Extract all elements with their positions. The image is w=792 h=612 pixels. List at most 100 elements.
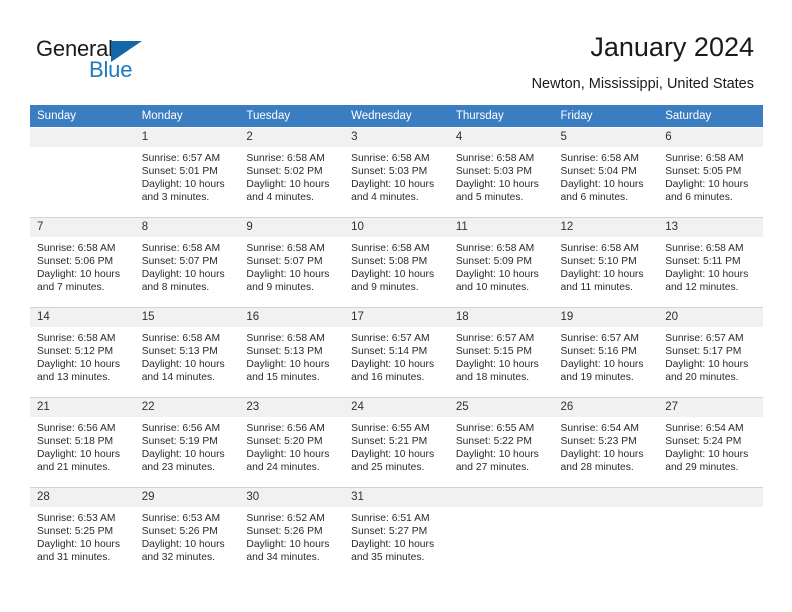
calendar-day-cell[interactable]: 2 Sunrise: 6:58 AM Sunset: 5:02 PM Daylight… [239, 127, 345, 218]
sunrise-time: Sunrise: 6:54 AM [560, 423, 639, 434]
general-blue-logo: General Blue [36, 36, 176, 84]
calendar-week-row: 21 Sunrise: 6:56 AM Sunset: 5:18 PM Dayligh… [30, 397, 763, 488]
daylight-duration-line1: Daylight: 10 hours [246, 449, 330, 461]
day-sun-info: Sunrise: 6:57 AM Sunset: 5:17 PM Daylight:… [658, 327, 763, 384]
sunset-time: Sunset: 5:07 PM [246, 256, 323, 268]
day-sun-info: Sunrise: 6:56 AM Sunset: 5:18 PM Daylight:… [30, 417, 135, 474]
daylight-duration-line2: and 13 minutes. [37, 372, 111, 384]
sunset-time: Sunset: 5:19 PM [141, 436, 218, 448]
calendar-day-cell[interactable]: 29 Sunrise: 6:53 AM Sunset: 5:26 PM Dayligh… [134, 487, 240, 577]
daylight-duration-line1: Daylight: 10 hours [455, 359, 539, 371]
calendar-day-cell[interactable]: 4 Sunrise: 6:58 AM Sunset: 5:03 PM Daylight… [448, 127, 554, 218]
day-number: 22 [134, 398, 240, 417]
weekday-header-friday: Friday [553, 105, 659, 128]
sunset-time: Sunset: 5:10 PM [560, 256, 637, 268]
day-number: 5 [553, 128, 659, 147]
calendar-day-cell[interactable]: 25 Sunrise: 6:55 AM Sunset: 5:22 PM Dayligh… [448, 397, 554, 488]
calendar-cell-empty [448, 487, 554, 577]
daylight-duration-line2: and 12 minutes. [665, 282, 739, 294]
calendar-day-cell[interactable]: 30 Sunrise: 6:52 AM Sunset: 5:26 PM Dayligh… [239, 487, 345, 577]
calendar-day-cell[interactable]: 21 Sunrise: 6:56 AM Sunset: 5:18 PM Dayligh… [30, 397, 135, 488]
calendar-day-cell[interactable]: 1 Sunrise: 6:57 AM Sunset: 5:01 PM Daylight… [134, 127, 240, 218]
calendar-day-cell[interactable]: 7 Sunrise: 6:58 AM Sunset: 5:06 PM Daylight… [30, 217, 135, 308]
calendar-day-cell[interactable]: 27 Sunrise: 6:54 AM Sunset: 5:24 PM Dayligh… [658, 397, 763, 488]
sunset-time: Sunset: 5:25 PM [37, 526, 114, 538]
calendar-day-cell[interactable]: 9 Sunrise: 6:58 AM Sunset: 5:07 PM Daylight… [239, 217, 345, 308]
daylight-duration-line1: Daylight: 10 hours [351, 539, 435, 551]
day-sun-info: Sunrise: 6:58 AM Sunset: 5:12 PM Daylight:… [30, 327, 135, 384]
calendar-header-row: Sunday Monday Tuesday Wednesday Thursday… [30, 105, 763, 128]
daylight-duration-line1: Daylight: 10 hours [455, 269, 539, 281]
sunrise-time: Sunrise: 6:53 AM [37, 513, 116, 524]
daylight-duration-line2: and 14 minutes. [141, 372, 215, 384]
calendar-day-cell[interactable]: 17 Sunrise: 6:57 AM Sunset: 5:14 PM Dayligh… [344, 307, 449, 398]
sunrise-time: Sunrise: 6:57 AM [560, 333, 639, 344]
daylight-duration-line2: and 4 minutes. [246, 192, 314, 204]
day-sun-info: Sunrise: 6:56 AM Sunset: 5:20 PM Daylight:… [239, 417, 344, 474]
day-number: 28 [30, 488, 135, 507]
day-number [30, 128, 135, 147]
sunset-time: Sunset: 5:15 PM [455, 346, 532, 358]
day-number: 11 [448, 218, 554, 237]
sunset-time: Sunset: 5:04 PM [560, 166, 637, 178]
daylight-duration-line1: Daylight: 10 hours [351, 359, 435, 371]
calendar-day-cell[interactable]: 26 Sunrise: 6:54 AM Sunset: 5:23 PM Dayligh… [553, 397, 659, 488]
daylight-duration-line2: and 16 minutes. [351, 372, 425, 384]
day-number: 25 [448, 398, 554, 417]
daylight-duration-line2: and 24 minutes. [246, 462, 320, 474]
daylight-duration-line2: and 28 minutes. [560, 462, 634, 474]
day-sun-info: Sunrise: 6:57 AM Sunset: 5:15 PM Daylight:… [449, 327, 554, 384]
sunset-time: Sunset: 5:26 PM [141, 526, 218, 538]
calendar-day-cell[interactable]: 14 Sunrise: 6:58 AM Sunset: 5:12 PM Dayligh… [30, 307, 135, 398]
day-sun-info: Sunrise: 6:58 AM Sunset: 5:10 PM Daylight:… [554, 237, 659, 294]
calendar-day-cell[interactable]: 16 Sunrise: 6:58 AM Sunset: 5:13 PM Dayligh… [239, 307, 345, 398]
day-number: 19 [553, 308, 659, 327]
calendar-day-cell[interactable]: 3 Sunrise: 6:58 AM Sunset: 5:03 PM Daylight… [344, 127, 449, 218]
daylight-duration-line2: and 15 minutes. [246, 372, 320, 384]
calendar-day-cell[interactable]: 12 Sunrise: 6:58 AM Sunset: 5:10 PM Dayligh… [553, 217, 659, 308]
calendar-day-cell[interactable]: 24 Sunrise: 6:55 AM Sunset: 5:21 PM Dayligh… [344, 397, 449, 488]
day-number: 1 [134, 128, 240, 147]
sunset-time: Sunset: 5:13 PM [246, 346, 323, 358]
sunrise-time: Sunrise: 6:58 AM [246, 333, 325, 344]
daylight-duration-line1: Daylight: 10 hours [141, 359, 225, 371]
calendar-day-cell[interactable]: 22 Sunrise: 6:56 AM Sunset: 5:19 PM Dayligh… [134, 397, 240, 488]
calendar-day-cell[interactable]: 11 Sunrise: 6:58 AM Sunset: 5:09 PM Dayligh… [448, 217, 554, 308]
day-sun-info: Sunrise: 6:55 AM Sunset: 5:22 PM Daylight:… [449, 417, 554, 474]
sunrise-time: Sunrise: 6:56 AM [37, 423, 116, 434]
sunrise-time: Sunrise: 6:57 AM [351, 333, 430, 344]
sunset-time: Sunset: 5:24 PM [665, 436, 742, 448]
weekday-header-tuesday: Tuesday [239, 105, 345, 128]
day-number: 18 [448, 308, 554, 327]
calendar-day-cell[interactable]: 18 Sunrise: 6:57 AM Sunset: 5:15 PM Dayligh… [448, 307, 554, 398]
calendar-day-cell[interactable]: 20 Sunrise: 6:57 AM Sunset: 5:17 PM Dayligh… [658, 307, 763, 398]
calendar-day-cell[interactable]: 31 Sunrise: 6:51 AM Sunset: 5:27 PM Dayligh… [344, 487, 449, 577]
calendar-day-cell[interactable]: 15 Sunrise: 6:58 AM Sunset: 5:13 PM Dayligh… [134, 307, 240, 398]
daylight-duration-line1: Daylight: 10 hours [37, 539, 120, 551]
daylight-duration-line2: and 32 minutes. [141, 552, 215, 564]
calendar-day-cell[interactable]: 23 Sunrise: 6:56 AM Sunset: 5:20 PM Dayligh… [239, 397, 345, 488]
day-number: 3 [344, 128, 449, 147]
daylight-duration-line1: Daylight: 10 hours [141, 539, 225, 551]
sunset-time: Sunset: 5:12 PM [37, 346, 114, 358]
sunset-time: Sunset: 5:17 PM [665, 346, 742, 358]
weekday-header-sunday: Sunday [30, 105, 135, 128]
calendar-day-cell[interactable]: 13 Sunrise: 6:58 AM Sunset: 5:11 PM Dayligh… [658, 217, 763, 308]
daylight-duration-line2: and 7 minutes. [37, 282, 105, 294]
daylight-duration-line1: Daylight: 10 hours [246, 269, 330, 281]
day-number: 26 [553, 398, 659, 417]
calendar-day-cell[interactable]: 28 Sunrise: 6:53 AM Sunset: 5:25 PM Dayligh… [30, 487, 135, 577]
day-number: 16 [239, 308, 345, 327]
calendar-day-cell[interactable]: 10 Sunrise: 6:58 AM Sunset: 5:08 PM Dayligh… [344, 217, 449, 308]
calendar-day-cell[interactable]: 8 Sunrise: 6:58 AM Sunset: 5:07 PM Daylight… [134, 217, 240, 308]
day-number: 10 [344, 218, 449, 237]
calendar-day-cell[interactable]: 19 Sunrise: 6:57 AM Sunset: 5:16 PM Dayligh… [553, 307, 659, 398]
daylight-duration-line1: Daylight: 10 hours [351, 449, 435, 461]
calendar-week-row: 1 Sunrise: 6:57 AM Sunset: 5:01 PM Daylight… [30, 127, 763, 218]
daylight-duration-line1: Daylight: 10 hours [351, 179, 435, 191]
day-sun-info: Sunrise: 6:58 AM Sunset: 5:04 PM Daylight:… [554, 147, 659, 204]
daylight-duration-line1: Daylight: 10 hours [665, 449, 749, 461]
calendar-day-cell[interactable]: 5 Sunrise: 6:58 AM Sunset: 5:04 PM Daylight… [553, 127, 659, 218]
calendar-day-cell[interactable]: 6 Sunrise: 6:58 AM Sunset: 5:05 PM Daylight… [658, 127, 763, 218]
sunset-time: Sunset: 5:14 PM [351, 346, 428, 358]
